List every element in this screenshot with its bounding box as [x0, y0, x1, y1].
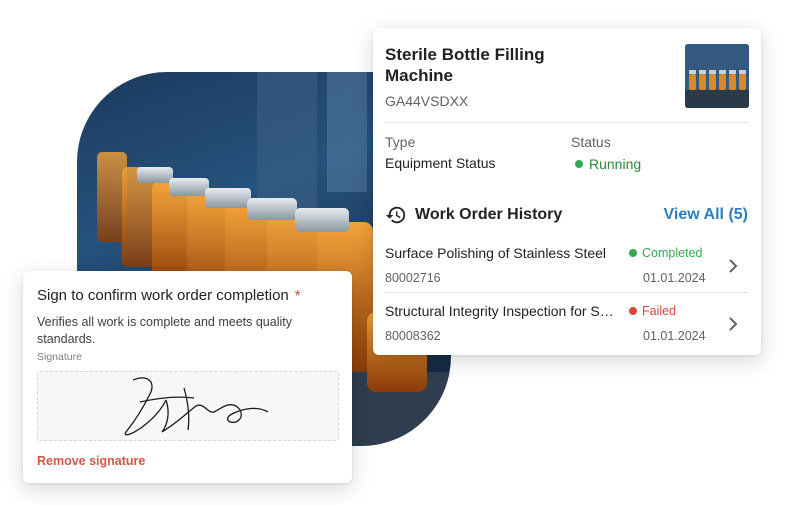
equipment-title: Sterile Bottle Filling Machine: [385, 45, 545, 85]
work-order-name: Surface Polishing of Stainless Steel: [385, 245, 607, 261]
divider: [385, 122, 749, 123]
type-label: Type: [385, 134, 416, 150]
status-dot-icon: [575, 160, 583, 168]
status-dot-icon: [629, 249, 637, 257]
work-order-history-title: Work Order History: [415, 206, 563, 223]
type-value: Equipment Status: [385, 155, 496, 171]
work-order-status-label: Completed: [642, 246, 703, 260]
work-order-name: Structural Integrity Inspection for Stai…: [385, 303, 617, 319]
signature-card-title: Sign to confirm work order completion *: [37, 287, 301, 304]
status-badge: Running: [575, 156, 641, 172]
chevron-right-icon: [729, 259, 738, 273]
equipment-card: Sterile Bottle Filling Machine GA44VSDXX: [373, 28, 761, 355]
work-order-history-header: Work Order History: [385, 204, 562, 226]
work-order-number: 80008362: [385, 329, 441, 343]
work-order-status: Completed: [629, 246, 702, 260]
signature-pad[interactable]: [37, 371, 339, 441]
work-order-date: 01.01.2024: [643, 329, 706, 343]
status-label: Status: [571, 134, 611, 150]
history-icon: [385, 206, 406, 224]
equipment-code: GA44VSDXX: [385, 93, 469, 109]
chevron-right-icon: [729, 317, 738, 331]
signature-description: Verifies all work is complete and meets …: [37, 315, 292, 346]
signature-drawing: [124, 377, 269, 436]
signature-title-text: Sign to confirm work order completion: [37, 287, 289, 304]
work-order-date: 01.01.2024: [643, 271, 706, 285]
work-order-status-label: Failed: [642, 304, 677, 318]
work-order-number: 80002716: [385, 271, 441, 285]
signature-card: Sign to confirm work order completion * V…: [23, 271, 352, 483]
view-all-link[interactable]: View All (5): [664, 206, 748, 224]
signature-field-label: Signature: [37, 351, 82, 363]
divider: [385, 292, 749, 293]
remove-signature-link[interactable]: Remove signature: [37, 454, 145, 468]
work-order-status: Failed: [629, 304, 676, 318]
status-dot-icon: [629, 307, 637, 315]
work-order-item[interactable]: Structural Integrity Inspection for Stai…: [373, 303, 761, 359]
equipment-thumbnail: [685, 44, 749, 108]
status-value: Running: [589, 156, 642, 172]
required-mark: *: [294, 287, 301, 304]
